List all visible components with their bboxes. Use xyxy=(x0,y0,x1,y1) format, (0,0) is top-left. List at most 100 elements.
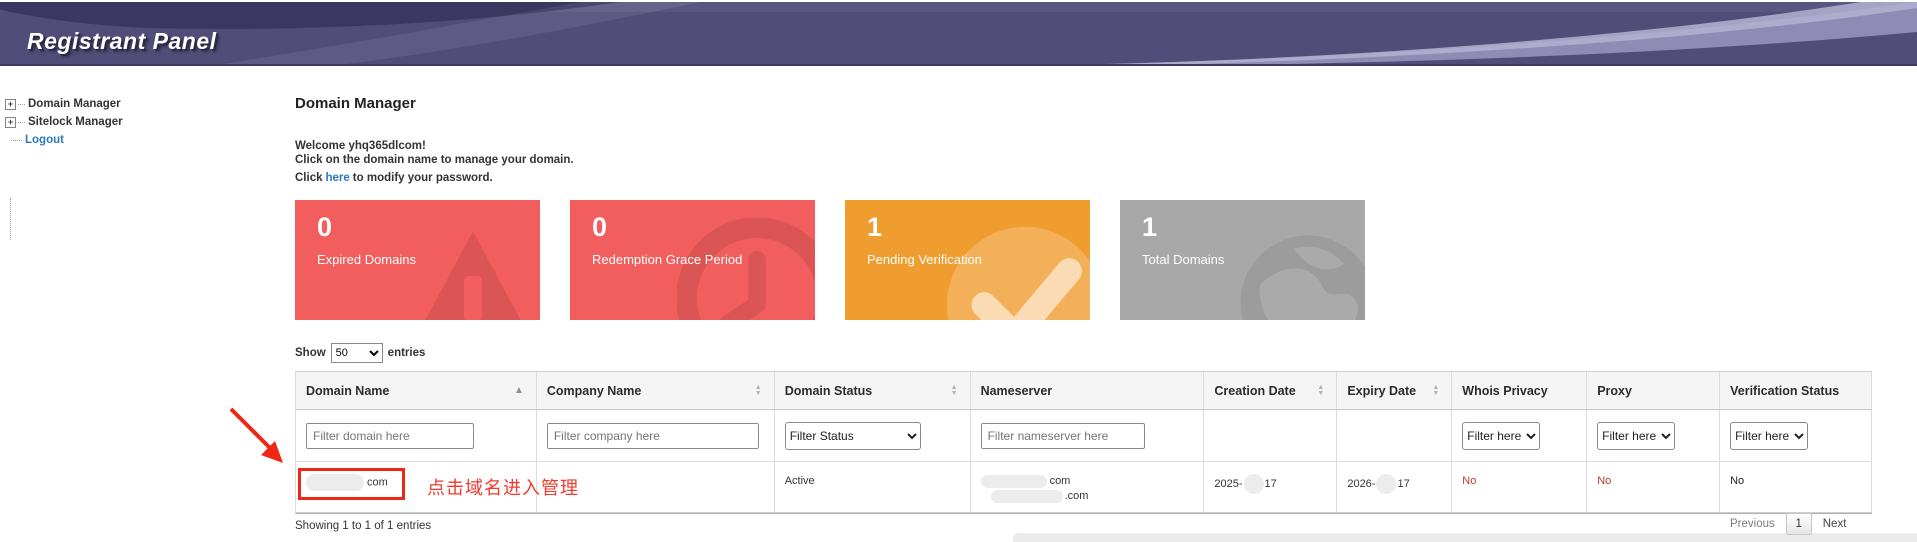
filter-cell-company xyxy=(537,410,775,461)
expand-plus-icon[interactable]: + xyxy=(5,99,16,110)
pagination: Previous 1 Next xyxy=(1730,513,1846,535)
sidebar-item-sitelock-manager[interactable]: + Sitelock Manager xyxy=(5,113,123,131)
welcome-line2: Click on the domain name to manage your … xyxy=(295,153,574,167)
card-label: Redemption Grace Period xyxy=(592,252,742,267)
filter-nameserver-input[interactable] xyxy=(981,423,1145,449)
column-header-domain-name[interactable]: Domain Name ▲ xyxy=(296,372,537,409)
sidebar-item-domain-manager[interactable]: + Domain Manager xyxy=(5,95,123,113)
column-header-proxy: Proxy xyxy=(1587,372,1720,409)
nameserver-line2: .com xyxy=(981,489,1196,504)
filter-status-select[interactable]: Filter Status xyxy=(785,422,921,450)
sidebar-item-logout[interactable]: Logout xyxy=(5,131,123,149)
show-label: Show xyxy=(295,347,326,359)
tree-dash xyxy=(11,140,22,141)
sort-both-icon[interactable]: ▲▼ xyxy=(1317,385,1324,397)
column-label: Nameserver xyxy=(981,384,1053,398)
page-size-select[interactable]: 50 xyxy=(331,343,383,363)
warning-icon xyxy=(398,222,540,320)
sort-asc-icon[interactable]: ▲ xyxy=(514,385,524,396)
tree-connector-line xyxy=(10,198,11,240)
filter-verification-select[interactable]: Filter here xyxy=(1730,422,1808,450)
redacted-nameserver-blur xyxy=(991,490,1063,503)
card-count: 1 xyxy=(1142,212,1157,243)
previous-page-button[interactable]: Previous xyxy=(1730,518,1775,530)
sort-both-icon[interactable]: ▲▼ xyxy=(1432,385,1439,397)
page-title: Domain Manager xyxy=(295,95,416,112)
column-label: Whois Privacy xyxy=(1462,384,1547,398)
card-count: 0 xyxy=(592,212,607,243)
password-hint-suffix: to modify your password. xyxy=(353,172,493,184)
column-label: Expiry Date xyxy=(1347,384,1416,398)
page-number-button[interactable]: 1 xyxy=(1786,513,1812,535)
card-count: 0 xyxy=(317,212,332,243)
column-header-whois-privacy: Whois Privacy xyxy=(1452,372,1587,409)
column-header-creation-date[interactable]: Creation Date ▲▼ xyxy=(1204,372,1337,409)
check-icon xyxy=(940,220,1090,320)
filter-cell-status: Filter Status xyxy=(775,410,971,461)
sort-both-icon[interactable]: ▲▼ xyxy=(951,385,958,397)
annotation-arrow-icon xyxy=(215,395,305,475)
entries-label: entries xyxy=(388,347,426,359)
column-label: Creation Date xyxy=(1214,384,1295,398)
tree-dash xyxy=(18,104,25,105)
nameserver-cell: com .com xyxy=(971,462,1205,512)
column-header-domain-status[interactable]: Domain Status ▲▼ xyxy=(775,372,971,409)
card-count: 1 xyxy=(867,212,882,243)
sort-both-icon[interactable]: ▲▼ xyxy=(755,385,762,397)
sidebar-item-label[interactable]: Domain Manager xyxy=(28,98,121,110)
column-header-company-name[interactable]: Company Name ▲▼ xyxy=(537,372,775,409)
redacted-nameserver-blur xyxy=(981,475,1047,488)
sidebar-item-label[interactable]: Sitelock Manager xyxy=(28,116,123,128)
card-redemption-grace: 0 Redemption Grace Period xyxy=(570,200,815,320)
column-label: Domain Status xyxy=(785,384,873,398)
app-title: Registrant Panel xyxy=(27,28,217,55)
welcome-line1: Welcome yhq365dlcom! xyxy=(295,139,574,153)
redacted-date-blur xyxy=(1376,474,1396,494)
filter-whois-select[interactable]: Filter here xyxy=(1462,422,1540,450)
filter-domain-input[interactable] xyxy=(306,423,474,449)
card-total-domains: 1 Total Domains xyxy=(1120,200,1365,320)
filter-cell-proxy: Filter here xyxy=(1587,410,1720,461)
expiry-date-cell: 2026-17 xyxy=(1337,462,1452,512)
verification-status-cell: No xyxy=(1720,462,1872,512)
card-label: Total Domains xyxy=(1142,252,1224,267)
card-expired-domains: 0 Expired Domains xyxy=(295,200,540,320)
redacted-date-blur xyxy=(1244,474,1264,494)
column-header-verification-status: Verification Status xyxy=(1720,372,1872,409)
whois-privacy-cell: No xyxy=(1452,462,1587,512)
table-filter-row: Filter Status Filter here Filter here xyxy=(296,410,1872,462)
column-label: Proxy xyxy=(1597,384,1632,398)
column-header-expiry-date[interactable]: Expiry Date ▲▼ xyxy=(1337,372,1452,409)
sidebar-nav: + Domain Manager + Sitelock Manager Logo… xyxy=(5,95,123,149)
header-banner: Registrant Panel xyxy=(0,2,1917,66)
filter-cell-whois: Filter here xyxy=(1452,410,1587,461)
banner-swoosh-art xyxy=(0,2,1917,66)
card-label: Expired Domains xyxy=(317,252,416,267)
annotation-text: 点击域名进入管理 xyxy=(427,474,579,500)
filter-cell-domain xyxy=(296,410,537,461)
password-hint-prefix: Click xyxy=(295,172,323,184)
creation-date-cell: 2025-17 xyxy=(1204,462,1337,512)
column-label: Company Name xyxy=(547,384,641,398)
welcome-text: Welcome yhq365dlcom! Click on the domain… xyxy=(295,139,574,167)
table-info-text: Showing 1 to 1 of 1 entries xyxy=(295,520,431,532)
annotation-highlight-box xyxy=(298,468,405,500)
clock-icon xyxy=(677,218,815,320)
column-label: Domain Name xyxy=(306,384,389,398)
globe-icon xyxy=(1233,228,1365,320)
proxy-cell: No xyxy=(1587,462,1720,512)
card-label: Pending Verification xyxy=(867,252,982,267)
filter-cell-nameserver xyxy=(971,410,1205,461)
column-label: Verification Status xyxy=(1730,384,1839,398)
page-size-control: Show 50 entries xyxy=(295,343,425,363)
tree-dash xyxy=(18,122,25,123)
nameserver-line1: com xyxy=(981,474,1196,489)
expand-plus-icon[interactable]: + xyxy=(5,117,16,128)
filter-company-input[interactable] xyxy=(547,423,759,449)
logout-link[interactable]: Logout xyxy=(25,134,64,146)
filter-proxy-select[interactable]: Filter here xyxy=(1597,422,1675,450)
change-password-link[interactable]: here xyxy=(326,172,350,184)
registrant-panel-page: Registrant Panel + Domain Manager + Site… xyxy=(0,0,1917,542)
filter-cell-expiry-date xyxy=(1337,410,1452,461)
next-page-button[interactable]: Next xyxy=(1823,518,1847,530)
